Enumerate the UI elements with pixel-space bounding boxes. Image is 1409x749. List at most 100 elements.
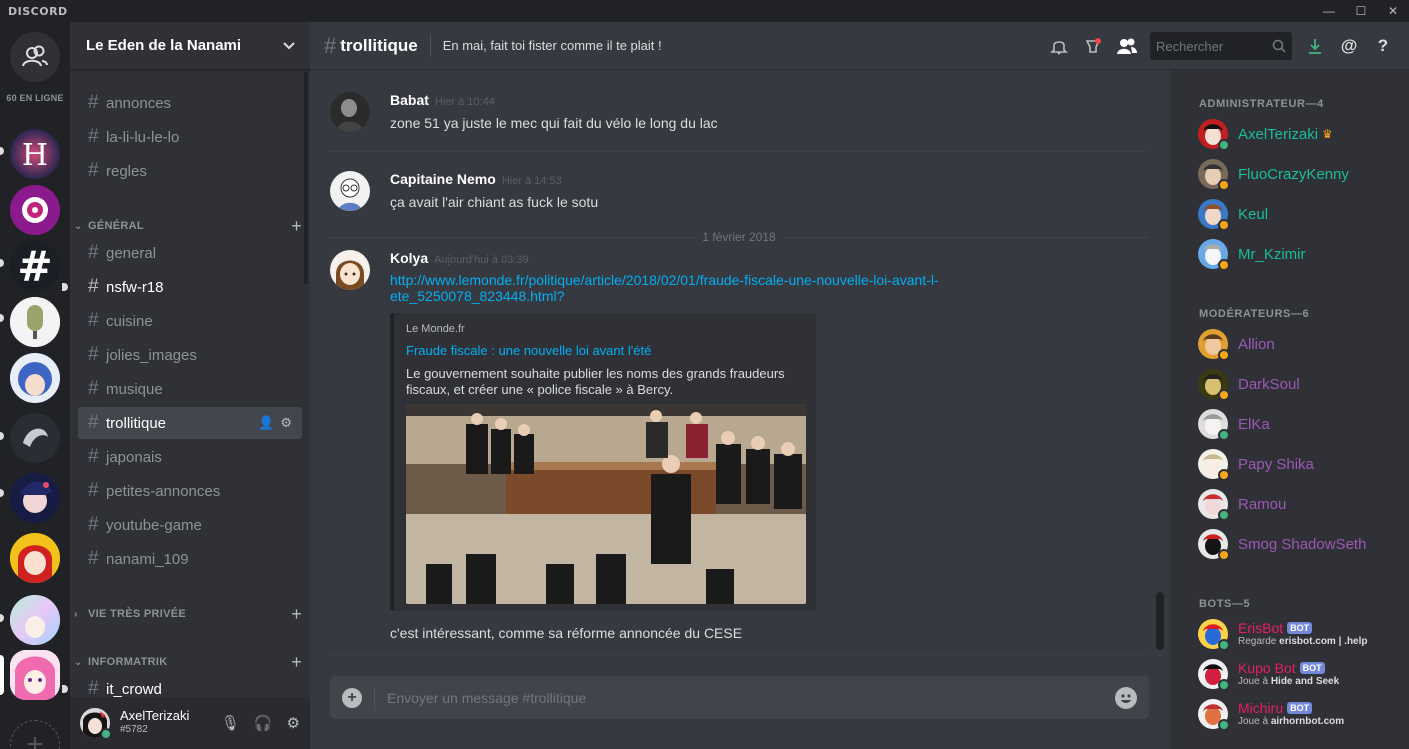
member-list-icon[interactable] bbox=[1116, 32, 1138, 60]
category-vie-tres-privee[interactable]: › VIE TRÈS PRIVÉE + bbox=[74, 604, 302, 625]
channel-petites-annonces[interactable]: # petites-annonces bbox=[78, 475, 302, 507]
channel-nanami-109[interactable]: # nanami_109 bbox=[78, 543, 302, 575]
avatar bbox=[1198, 119, 1230, 151]
minimize-icon[interactable]: — bbox=[1313, 0, 1345, 22]
member-name: Smog ShadowSeth bbox=[1238, 535, 1367, 553]
status-icon bbox=[1218, 389, 1230, 401]
channel-list-scrollbar[interactable] bbox=[304, 72, 308, 284]
link-line[interactable]: http://www.lemonde.fr/politique/article/… bbox=[390, 272, 1150, 288]
guild-icon[interactable]: H bbox=[10, 129, 60, 179]
mentions-filter-icon[interactable] bbox=[1082, 32, 1104, 60]
friends-home-button[interactable] bbox=[10, 32, 60, 82]
add-channel-icon[interactable]: + bbox=[291, 216, 302, 237]
gear-icon[interactable]: ⚙ bbox=[280, 415, 292, 431]
member-name: DarkSoul bbox=[1238, 375, 1300, 393]
invite-icon[interactable]: 👤 bbox=[258, 415, 274, 431]
message-input[interactable]: Envoyer un message #trollitique bbox=[387, 690, 586, 706]
member-name: AxelTerizaki bbox=[1238, 125, 1319, 143]
member-item[interactable]: Smog ShadowSeth bbox=[1198, 526, 1403, 562]
status-icon bbox=[1218, 179, 1230, 191]
embed-title[interactable]: Fraude fiscale : une nouvelle loi avant … bbox=[406, 343, 804, 358]
category-general[interactable]: ⌄ GÉNÉRAL + bbox=[74, 216, 302, 237]
category-informatrik[interactable]: ⌄ INFORMATRIK + bbox=[74, 652, 302, 673]
channel-regles[interactable]: # regles bbox=[78, 155, 302, 187]
bot-badge: BOT bbox=[1287, 702, 1313, 714]
bell-icon[interactable] bbox=[1048, 32, 1070, 60]
member-item[interactable]: DarkSoul bbox=[1198, 366, 1403, 402]
help-icon[interactable]: ? bbox=[1372, 32, 1394, 60]
guild-icon[interactable] bbox=[10, 413, 60, 463]
add-server-button[interactable]: + bbox=[10, 720, 60, 749]
divider bbox=[429, 34, 431, 57]
member-item[interactable]: FluoCrazyKenny bbox=[1198, 156, 1403, 192]
member-item[interactable]: AxelTerizaki ♛ bbox=[1198, 116, 1403, 152]
emoji-icon[interactable] bbox=[1115, 686, 1137, 709]
member-name: ErisBot bbox=[1238, 620, 1284, 636]
date-divider: 1 février 2018 bbox=[330, 230, 1149, 244]
channel-label: youtube-game bbox=[106, 516, 202, 534]
headphones-icon[interactable]: 🎧 bbox=[254, 714, 273, 732]
channel-cuisine[interactable]: # cuisine bbox=[78, 305, 302, 337]
message-author[interactable]: Capitaine Nemo bbox=[390, 171, 496, 187]
member-item[interactable]: ElKa bbox=[1198, 406, 1403, 442]
channel-jolies-images[interactable]: # jolies_images bbox=[78, 339, 302, 371]
avatar[interactable] bbox=[80, 708, 112, 740]
channel-general[interactable]: # general bbox=[78, 237, 302, 269]
avatar[interactable] bbox=[330, 171, 370, 211]
chevron-down-icon: ⌄ bbox=[74, 220, 83, 232]
embed-image[interactable] bbox=[406, 404, 806, 604]
guild-icon[interactable] bbox=[10, 595, 60, 645]
link-line[interactable]: ete_5250078_823448.html? bbox=[390, 288, 1150, 304]
mention-icon[interactable]: @ bbox=[1338, 32, 1360, 60]
avatar[interactable] bbox=[330, 250, 370, 290]
member-item[interactable]: Keul bbox=[1198, 196, 1403, 232]
channel-topic[interactable]: En mai, fait toi fister comme il te plai… bbox=[443, 38, 662, 53]
guild-icon[interactable] bbox=[10, 353, 60, 403]
message-composer[interactable]: + Envoyer un message #trollitique bbox=[330, 676, 1149, 719]
member-item[interactable]: Ramou bbox=[1198, 486, 1403, 522]
channel-annonces[interactable]: # annonces bbox=[78, 87, 302, 119]
guild-icon-active[interactable] bbox=[10, 650, 60, 700]
member-item[interactable]: Mr_Kzimir bbox=[1198, 236, 1403, 272]
channel-nsfw-r18[interactable]: # nsfw-r18 bbox=[78, 271, 302, 303]
status-icon bbox=[1218, 139, 1230, 151]
message-scrollbar[interactable] bbox=[1156, 592, 1164, 650]
status-icon bbox=[1218, 549, 1230, 561]
search-input[interactable]: Rechercher bbox=[1150, 32, 1292, 60]
upload-icon[interactable]: + bbox=[342, 687, 362, 708]
avatar[interactable] bbox=[330, 92, 370, 132]
message-author[interactable]: Babat bbox=[390, 92, 429, 108]
member-item[interactable]: Papy Shika bbox=[1198, 446, 1403, 482]
channel-youtube-game[interactable]: # youtube-game bbox=[78, 509, 302, 541]
link-embed: Le Monde.fr Fraude fiscale : une nouvell… bbox=[390, 313, 816, 611]
channel-trollitique[interactable]: # trollitique 👤 ⚙ bbox=[78, 407, 302, 439]
server-header[interactable]: Le Eden de la Nanami bbox=[70, 22, 310, 70]
message-author[interactable]: Kolya bbox=[390, 250, 428, 266]
member-item[interactable]: ErisBot BOT Regarde erisbot.com | .help bbox=[1198, 616, 1403, 652]
channel-label: it_crowd bbox=[106, 680, 162, 698]
member-item[interactable]: Allion bbox=[1198, 326, 1403, 362]
download-icon[interactable] bbox=[1304, 32, 1326, 60]
gear-icon[interactable]: ⚙ bbox=[287, 714, 300, 732]
message-link[interactable]: http://www.lemonde.fr/politique/article/… bbox=[390, 272, 1150, 304]
text-channel-icon: # bbox=[88, 446, 99, 467]
channel-la-li-lu-le-lo[interactable]: # la-li-lu-le-lo bbox=[78, 121, 302, 153]
message-list: Babat Hier à 10:44 zone 51 ya juste le me… bbox=[310, 70, 1170, 660]
maximize-icon[interactable]: ☐ bbox=[1345, 0, 1377, 22]
avatar bbox=[1198, 199, 1230, 231]
add-channel-icon[interactable]: + bbox=[291, 604, 302, 625]
guild-icon[interactable] bbox=[10, 185, 60, 235]
guild-icon[interactable] bbox=[10, 297, 60, 347]
member-item[interactable]: Michiru BOT Joue à airhornbot.com bbox=[1198, 696, 1403, 732]
member-item[interactable]: Kupo Bot BOT Joue à Hide and Seek bbox=[1198, 656, 1403, 692]
guild-icon[interactable] bbox=[10, 473, 60, 523]
close-icon[interactable]: ✕ bbox=[1377, 0, 1409, 22]
message: Kolya Aujourd'hui à 03:39 http://www.lemo… bbox=[330, 250, 1150, 304]
guild-icon[interactable] bbox=[10, 533, 60, 583]
avatar bbox=[1198, 659, 1230, 691]
guild-icon[interactable]: # bbox=[10, 241, 60, 291]
channel-musique[interactable]: # musique bbox=[78, 373, 302, 405]
microphone-icon[interactable]: 🎙 bbox=[221, 714, 240, 732]
add-channel-icon[interactable]: + bbox=[291, 652, 302, 673]
channel-japonais[interactable]: # japonais bbox=[78, 441, 302, 473]
